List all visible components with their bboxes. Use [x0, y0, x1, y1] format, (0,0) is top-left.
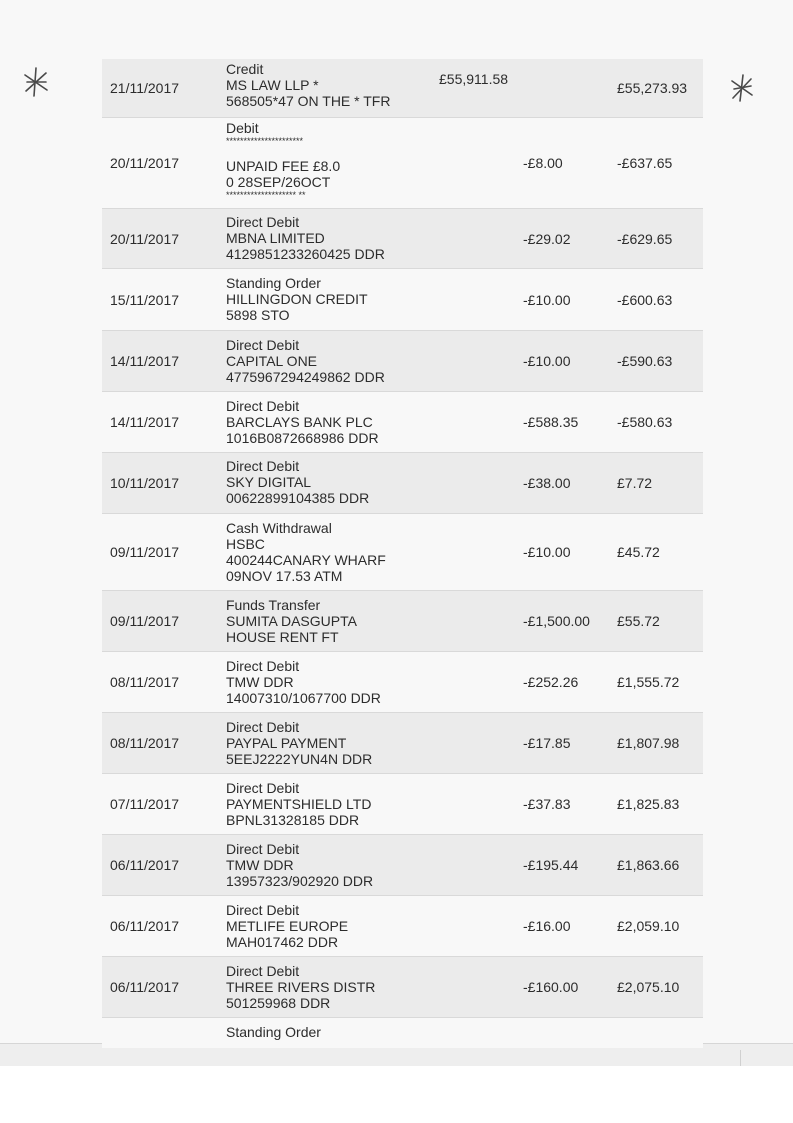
- transaction-row: 21/11/2017 Credit MS LAW LLP * 568505*47…: [102, 59, 703, 118]
- transaction-row: 06/11/2017 Direct Debit THREE RIVERS DIS…: [102, 957, 703, 1018]
- transaction-date: 10/11/2017: [110, 475, 180, 491]
- transaction-description: Funds Transfer SUMITA DASGUPTA HOUSE REN…: [226, 597, 357, 645]
- transaction-balance: £55,273.93: [617, 80, 688, 96]
- transaction-balance: £1,555.72: [617, 674, 680, 690]
- transaction-description: Direct Debit PAYMENTSHIELD LTD BPNL31328…: [226, 780, 372, 828]
- page-edge-notch: [740, 1050, 793, 1066]
- transaction-description: Direct Debit CAPITAL ONE 477596729424986…: [226, 337, 385, 385]
- transaction-row: 20/11/2017 Debit ********************** …: [102, 118, 703, 209]
- transaction-balance: £1,825.83: [617, 796, 680, 812]
- transaction-row: 06/11/2017 Direct Debit METLIFE EUROPE M…: [102, 896, 703, 957]
- transaction-balance: £55.72: [617, 613, 660, 629]
- transaction-debit: -£29.02: [523, 230, 571, 247]
- transaction-date: 14/11/2017: [110, 353, 180, 369]
- transaction-date: 06/11/2017: [110, 918, 180, 934]
- transaction-credit: £55,911.58: [439, 71, 509, 87]
- transaction-debit: -£17.85: [523, 735, 571, 751]
- transaction-balance: -£637.65: [617, 155, 673, 171]
- transaction-row: 20/11/2017 Direct Debit MBNA LIMITED 412…: [102, 209, 703, 269]
- transaction-balance: £2,059.10: [617, 918, 680, 934]
- transaction-debit: -£195.44: [523, 857, 579, 873]
- transaction-balance: £2,075.10: [617, 979, 680, 995]
- transaction-description: Direct Debit PAYPAL PAYMENT 5EEJ2222YUN4…: [226, 719, 373, 767]
- transaction-row: 14/11/2017 Direct Debit CAPITAL ONE 4775…: [102, 331, 703, 392]
- transaction-date: 15/11/2017: [110, 291, 180, 308]
- transaction-debit: -£10.00: [523, 353, 571, 369]
- transaction-date: 14/11/2017: [110, 414, 180, 430]
- transaction-row: 14/11/2017 Direct Debit BARCLAYS BANK PL…: [102, 392, 703, 453]
- transaction-balance: -£590.63: [617, 353, 673, 369]
- asterisk-mark-left: [24, 67, 48, 97]
- transaction-date: 06/11/2017: [110, 979, 180, 995]
- transaction-date: 20/11/2017: [110, 155, 180, 171]
- transaction-description: Direct Debit TMW DDR 13957323/902920 DDR: [226, 841, 374, 889]
- transaction-debit: -£8.00: [523, 155, 563, 171]
- transaction-date: 21/11/2017: [110, 80, 180, 96]
- transaction-date: 09/11/2017: [110, 544, 180, 560]
- transaction-row: 10/11/2017 Direct Debit SKY DIGITAL 0062…: [102, 453, 703, 514]
- transaction-balance: -£600.63: [617, 291, 673, 308]
- asterisk-mark-right: [731, 74, 753, 102]
- transaction-debit: -£252.26: [523, 674, 579, 690]
- transaction-row: 08/11/2017 Direct Debit TMW DDR 14007310…: [102, 652, 703, 713]
- transaction-description: Direct Debit METLIFE EUROPE MAH017462 DD…: [226, 902, 349, 950]
- transaction-balance: £45.72: [617, 544, 660, 560]
- transaction-row: 08/11/2017 Direct Debit PAYPAL PAYMENT 5…: [102, 713, 703, 774]
- transaction-row: 07/11/2017 Direct Debit PAYMENTSHIELD LT…: [102, 774, 703, 835]
- transaction-description: Direct Debit MBNA LIMITED 41298512332604…: [226, 214, 385, 262]
- transaction-description: Direct Debit TMW DDR 14007310/1067700 DD…: [226, 658, 381, 706]
- transaction-description: Standing Order: [226, 1024, 321, 1040]
- transaction-debit: -£10.00: [523, 544, 571, 560]
- transactions-table: 21/11/2017 Credit MS LAW LLP * 568505*47…: [102, 59, 703, 1048]
- transaction-description: Direct Debit BARCLAYS BANK PLC 1016B0872…: [226, 398, 379, 446]
- transaction-description: Standing Order HILLINGDON CREDIT 5898 ST…: [226, 275, 368, 323]
- transaction-balance: £1,863.66: [617, 857, 680, 873]
- transaction-row: Standing Order: [102, 1018, 703, 1048]
- transaction-row: 06/11/2017 Direct Debit TMW DDR 13957323…: [102, 835, 703, 896]
- transaction-balance: £1,807.98: [617, 735, 680, 751]
- transaction-date: 08/11/2017: [110, 735, 180, 751]
- transaction-date: 07/11/2017: [110, 796, 180, 812]
- transaction-balance: -£629.65: [617, 230, 673, 247]
- transaction-debit: -£1,500.00: [523, 613, 590, 629]
- transaction-debit: -£38.00: [523, 475, 571, 491]
- transaction-row: 09/11/2017 Cash Withdrawal HSBC 400244CA…: [102, 514, 703, 591]
- transaction-debit: -£10.00: [523, 291, 571, 308]
- transaction-description: Credit MS LAW LLP * 568505*47 ON THE * T…: [226, 61, 391, 109]
- transaction-date: 06/11/2017: [110, 857, 180, 873]
- transaction-date: 09/11/2017: [110, 613, 180, 629]
- transaction-description: Direct Debit THREE RIVERS DISTR 50125996…: [226, 963, 376, 1011]
- transaction-balance: -£580.63: [617, 414, 673, 430]
- transaction-description: Cash Withdrawal HSBC 400244CANARY WHARF …: [226, 520, 386, 584]
- transaction-row: 09/11/2017 Funds Transfer SUMITA DASGUPT…: [102, 591, 703, 652]
- transaction-balance: £7.72: [617, 475, 653, 491]
- transaction-debit: -£16.00: [523, 918, 571, 934]
- transaction-date: 08/11/2017: [110, 674, 180, 690]
- transaction-debit: -£160.00: [523, 979, 579, 995]
- transaction-date: 20/11/2017: [110, 230, 180, 247]
- transaction-description: Debit ********************** UNPAID FEE …: [226, 120, 341, 200]
- transaction-description: Direct Debit SKY DIGITAL 00622899104385 …: [226, 458, 370, 506]
- transaction-row: 15/11/2017 Standing Order HILLINGDON CRE…: [102, 269, 703, 331]
- transaction-debit: -£588.35: [523, 414, 579, 430]
- transaction-debit: -£37.83: [523, 796, 571, 812]
